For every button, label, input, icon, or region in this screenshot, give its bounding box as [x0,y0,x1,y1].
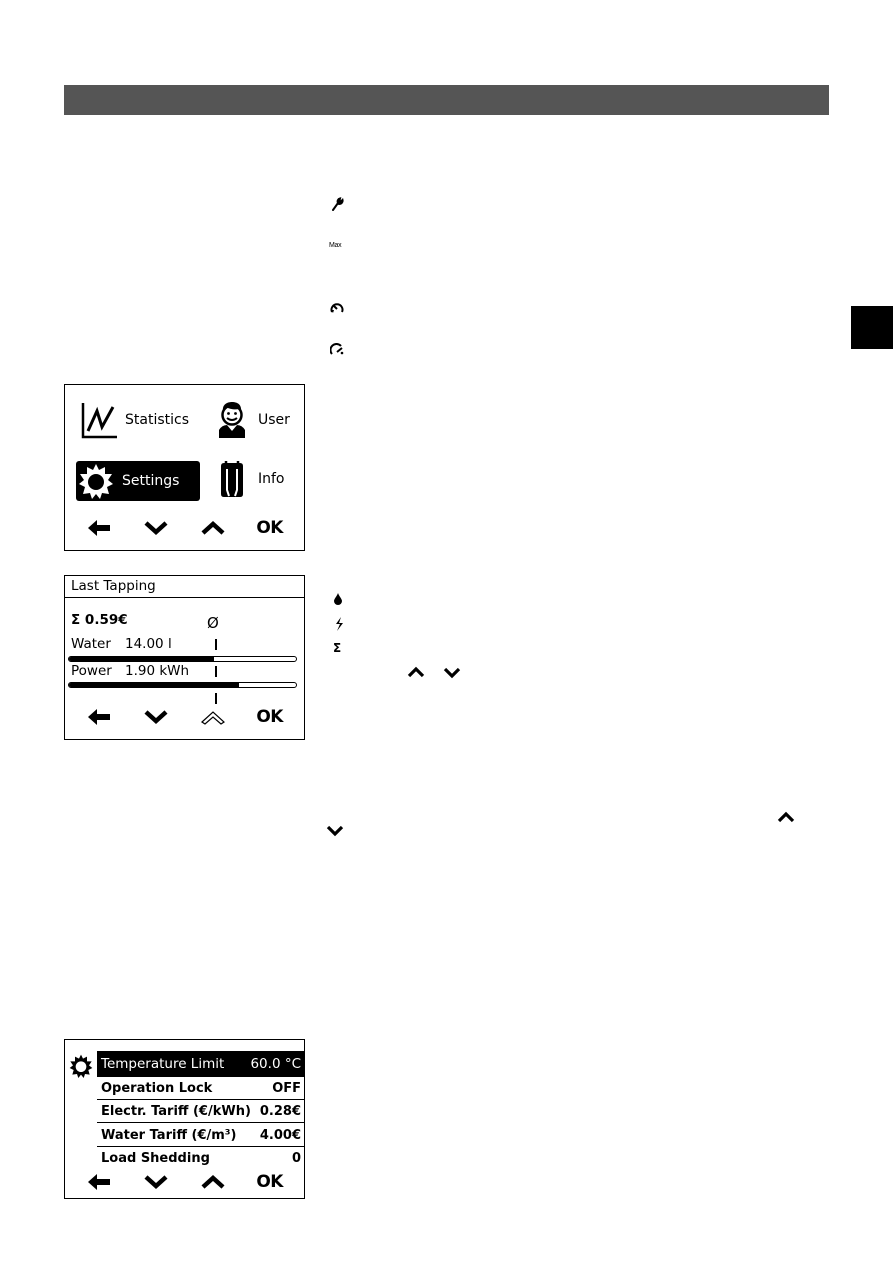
wrench-icon [330,197,344,211]
max-label: Max [329,242,342,249]
menu-item-label: Statistics [125,412,189,428]
main-menu-screen: Statistics User Settings Info OK [64,384,305,551]
screen-title: Last Tapping [65,576,304,598]
settings-row-temperature-limit[interactable]: Temperature Limit 60.0 °C [97,1051,304,1077]
water-label: Water [71,636,111,652]
chapter-tab-marker [851,306,893,349]
arrow-left-icon [88,1174,111,1190]
water-value: 14.00 l [125,636,172,652]
down-button[interactable] [138,1169,174,1195]
section-header-bar [64,85,829,115]
settings-screen: Temperature Limit 60.0 °C Operation Lock… [64,1039,305,1199]
settings-row-operation-lock[interactable]: Operation Lock OFF [97,1077,304,1100]
setting-value: 4.00€ [259,1127,301,1143]
lightning-icon [334,617,344,631]
up-button[interactable] [195,515,231,541]
speed-gauge-icon [330,343,344,355]
average-marker [215,666,217,677]
up-button[interactable] [195,704,231,730]
back-button[interactable] [81,515,117,541]
power-progress-bar [68,682,297,688]
user-face-icon [212,401,252,439]
total-cost: Σ 0.59€ [71,612,128,628]
settings-row-load-shedding[interactable]: Load Shedding 0 [97,1147,304,1170]
gear-icon [76,462,116,500]
chevron-down-icon [326,825,344,837]
chevron-up-icon [777,811,795,823]
ok-button[interactable]: OK [252,704,288,730]
sigma-icon: Σ [333,641,342,655]
setting-value: 0 [291,1151,301,1166]
reset-dial-icon [330,302,344,314]
power-progress-fill [69,683,240,687]
menu-item-user[interactable]: User [212,400,290,440]
chevron-up-icon [201,520,225,535]
menu-item-label: User [258,412,290,428]
arrow-left-icon [88,709,111,725]
setting-value: 0.28€ [259,1103,301,1119]
chevron-up-icon [201,1174,225,1189]
chevron-down-icon [443,667,461,679]
setting-label: Water Tariff (€/m³) [101,1127,237,1143]
water-progress-fill [69,657,215,661]
average-symbol: Ø [207,614,219,632]
menu-item-info[interactable]: Info [212,459,285,499]
water-drop-icon [333,592,343,605]
power-value: 1.90 kWh [125,663,190,679]
arrow-left-icon [88,520,111,536]
last-tapping-screen: Last Tapping Σ 0.59€ Ø Water 14.00 l Pow… [64,575,305,740]
down-button[interactable] [138,704,174,730]
chevron-down-icon [144,521,168,536]
menu-item-label: Info [258,471,285,487]
power-label: Power [71,663,112,679]
ok-button[interactable]: OK [252,1169,288,1195]
info-heater-icon [212,460,252,498]
setting-value: 60.0 °C [250,1056,301,1072]
up-button[interactable] [195,1169,231,1195]
chevron-down-icon [144,710,168,725]
menu-item-statistics[interactable]: Statistics [79,400,189,440]
setting-label: Operation Lock [101,1080,213,1096]
menu-item-label: Settings [122,473,180,489]
back-button[interactable] [81,704,117,730]
menu-item-settings[interactable]: Settings [76,461,200,501]
setting-label: Electr. Tariff (€/kWh) [101,1103,251,1119]
chevron-down-icon [144,1175,168,1190]
statistics-chart-icon [79,401,119,439]
setting-value: OFF [272,1080,301,1096]
average-marker [215,639,217,650]
back-button[interactable] [81,1169,117,1195]
chevron-up-icon [407,666,425,678]
setting-label: Temperature Limit [101,1056,225,1072]
average-marker [215,693,217,704]
gear-icon [69,1054,93,1078]
menu-nav-bar: OK [65,515,304,541]
settings-row-electricity-tariff[interactable]: Electr. Tariff (€/kWh) 0.28€ [97,1100,304,1123]
ok-button[interactable]: OK [252,515,288,541]
tapping-nav-bar: OK [65,704,304,730]
down-button[interactable] [138,515,174,541]
settings-row-water-tariff[interactable]: Water Tariff (€/m³) 4.00€ [97,1124,304,1147]
water-progress-bar [68,656,297,662]
chevron-up-outline-icon [200,711,225,725]
settings-nav-bar: OK [65,1169,304,1195]
setting-label: Load Shedding [101,1151,210,1166]
